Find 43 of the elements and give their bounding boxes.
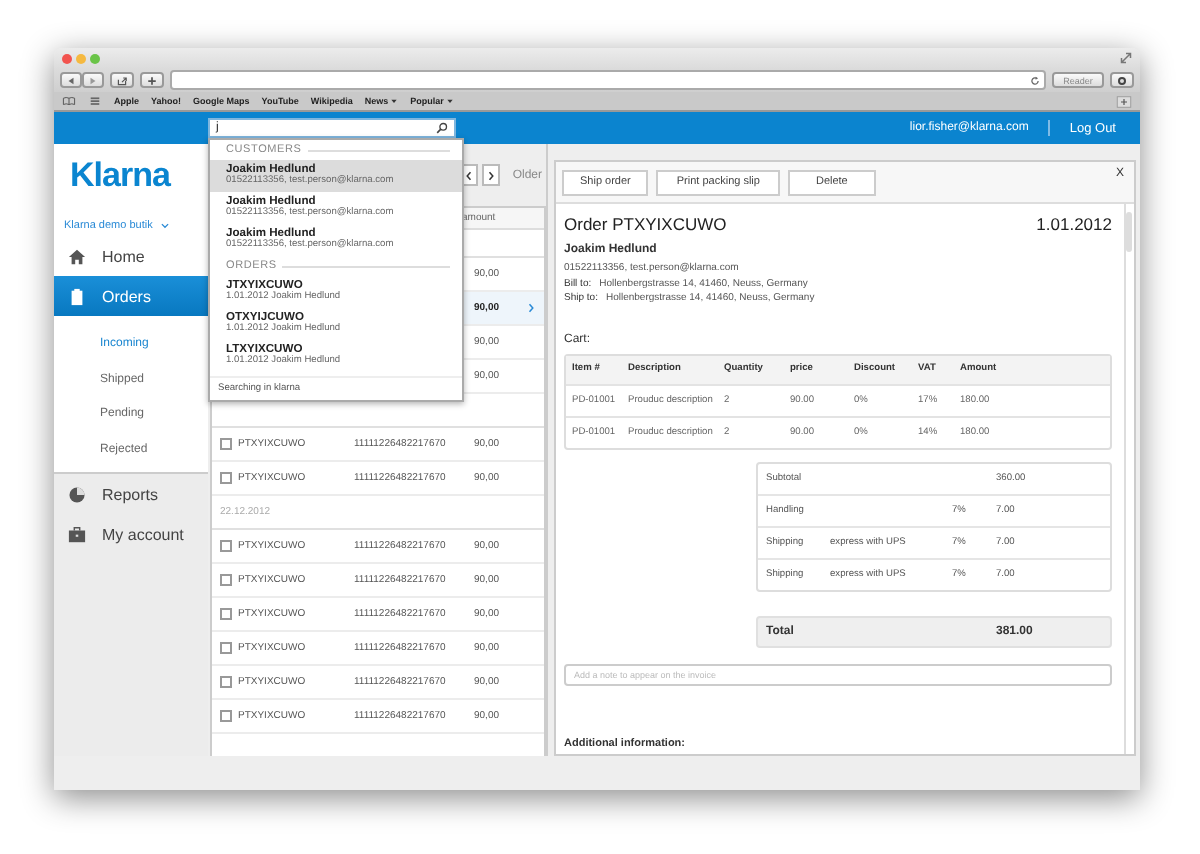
new-tab-button[interactable]	[140, 72, 164, 88]
briefcase-icon	[68, 525, 86, 543]
reload-icon[interactable]	[1030, 75, 1040, 85]
close-window-icon[interactable]	[62, 53, 72, 63]
scrollbar[interactable]	[1124, 204, 1134, 754]
plus-icon	[146, 75, 158, 85]
fullscreen-icon[interactable]	[1120, 52, 1132, 64]
share-button[interactable]	[110, 72, 134, 88]
plus-icon[interactable]	[1116, 95, 1132, 107]
book-icon[interactable]	[62, 96, 76, 106]
checkbox[interactable]	[220, 642, 232, 654]
checkbox[interactable]	[220, 608, 232, 620]
back-button[interactable]	[60, 72, 82, 88]
minimize-window-icon[interactable]	[76, 53, 86, 63]
nav-item[interactable]: Home	[54, 236, 208, 276]
downloads-button[interactable]	[1110, 72, 1134, 88]
checkbox[interactable]	[220, 710, 232, 722]
share-icon	[116, 75, 128, 85]
nav-item[interactable]: Reports	[54, 474, 208, 514]
nav-item[interactable]: My account	[54, 514, 208, 554]
zoom-window-icon[interactable]	[90, 53, 100, 63]
forward-button[interactable]	[82, 72, 104, 88]
forward-arrow-icon	[88, 75, 98, 85]
logo: Klarna	[68, 154, 173, 198]
home-icon	[68, 247, 86, 265]
ring-icon	[1116, 75, 1128, 85]
checkbox[interactable]	[220, 676, 232, 688]
order-title: Order PTXYIXCUWO	[564, 214, 727, 234]
back-arrow-icon	[66, 75, 76, 85]
nav-item[interactable]: Orders	[54, 276, 208, 316]
order-date: 1.01.2012	[1036, 214, 1112, 234]
pie-chart-icon	[68, 485, 86, 503]
next-page-button[interactable]	[482, 164, 501, 186]
chevron-icon	[160, 222, 171, 230]
chevron-icon	[526, 302, 536, 314]
checkbox[interactable]	[220, 540, 232, 552]
clipboard-icon	[68, 287, 86, 305]
search-icon	[436, 122, 448, 134]
grid-icon[interactable]	[88, 96, 102, 106]
checkbox[interactable]	[220, 438, 232, 450]
checkbox[interactable]	[220, 574, 232, 586]
address-field[interactable]	[170, 70, 1046, 90]
checkbox[interactable]	[220, 472, 232, 484]
